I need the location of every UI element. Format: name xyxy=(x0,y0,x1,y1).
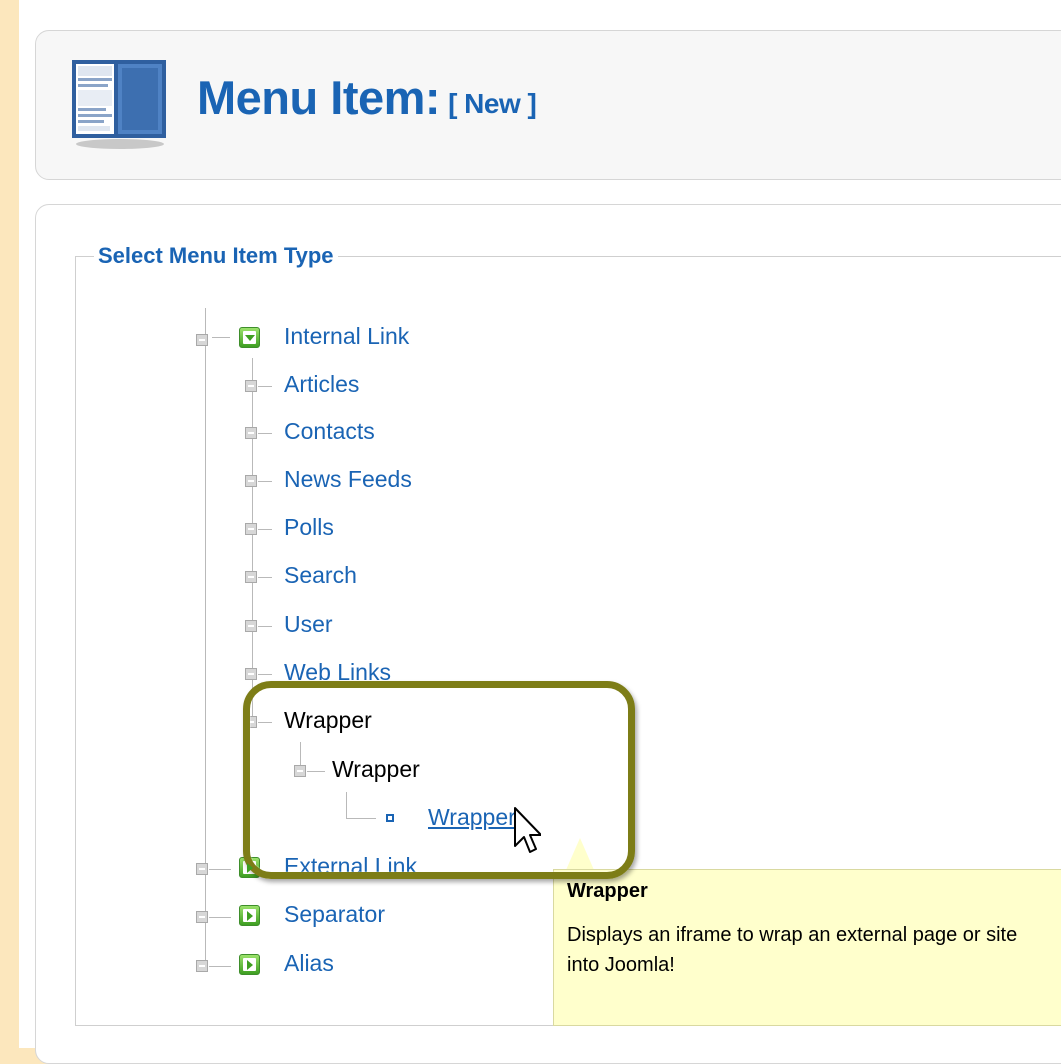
tree-line xyxy=(258,386,272,387)
tree-line xyxy=(209,869,231,870)
tree-item-search[interactable]: Search xyxy=(284,561,357,589)
expand-toggle-icon[interactable] xyxy=(245,380,257,392)
folder-open-icon xyxy=(239,327,260,348)
tree-item-user[interactable]: User xyxy=(284,610,333,638)
tree-item-contacts[interactable]: Contacts xyxy=(284,417,375,445)
page-title: Menu Item:[ New ] xyxy=(197,71,537,124)
expand-toggle-icon[interactable] xyxy=(196,863,208,875)
expand-toggle-icon[interactable] xyxy=(245,475,257,487)
tree-item-internal-link[interactable]: Internal Link xyxy=(284,322,409,350)
tooltip-body: Displays an iframe to wrap an external p… xyxy=(567,924,1018,976)
tooltip-title: Wrapper xyxy=(567,880,648,902)
collapse-toggle-icon[interactable] xyxy=(196,334,208,346)
expand-toggle-icon[interactable] xyxy=(245,523,257,535)
mouse-pointer-icon xyxy=(514,807,541,853)
expand-toggle-icon[interactable] xyxy=(245,620,257,632)
tree-line xyxy=(209,917,231,918)
fieldset-legend: Select Menu Item Type xyxy=(94,243,338,269)
tree-item-news-feeds[interactable]: News Feeds xyxy=(284,465,412,493)
tree-line xyxy=(258,433,272,434)
expand-toggle-icon[interactable] xyxy=(245,427,257,439)
tree-line xyxy=(212,337,230,338)
tree-line xyxy=(258,481,272,482)
page-subtitle: [ New ] xyxy=(448,88,537,119)
tree-line xyxy=(209,966,231,967)
expand-toggle-icon[interactable] xyxy=(245,571,257,583)
tree-line xyxy=(258,577,272,578)
expand-toggle-icon[interactable] xyxy=(196,960,208,972)
tree-line xyxy=(258,626,272,627)
menu-item-icon xyxy=(72,60,166,149)
tree-line xyxy=(258,674,272,675)
tree-item-separator[interactable]: Separator xyxy=(284,900,385,928)
expand-toggle-icon[interactable] xyxy=(245,668,257,680)
expand-toggle-icon[interactable] xyxy=(196,911,208,923)
tree-item-articles[interactable]: Articles xyxy=(284,370,359,398)
highlight-annotation xyxy=(243,681,635,879)
tree-line xyxy=(258,529,272,530)
tree-item-polls[interactable]: Polls xyxy=(284,513,334,541)
header-panel xyxy=(35,30,1061,180)
folder-closed-icon xyxy=(239,905,260,926)
tree-item-alias[interactable]: Alias xyxy=(284,949,334,977)
folder-closed-icon xyxy=(239,954,260,975)
